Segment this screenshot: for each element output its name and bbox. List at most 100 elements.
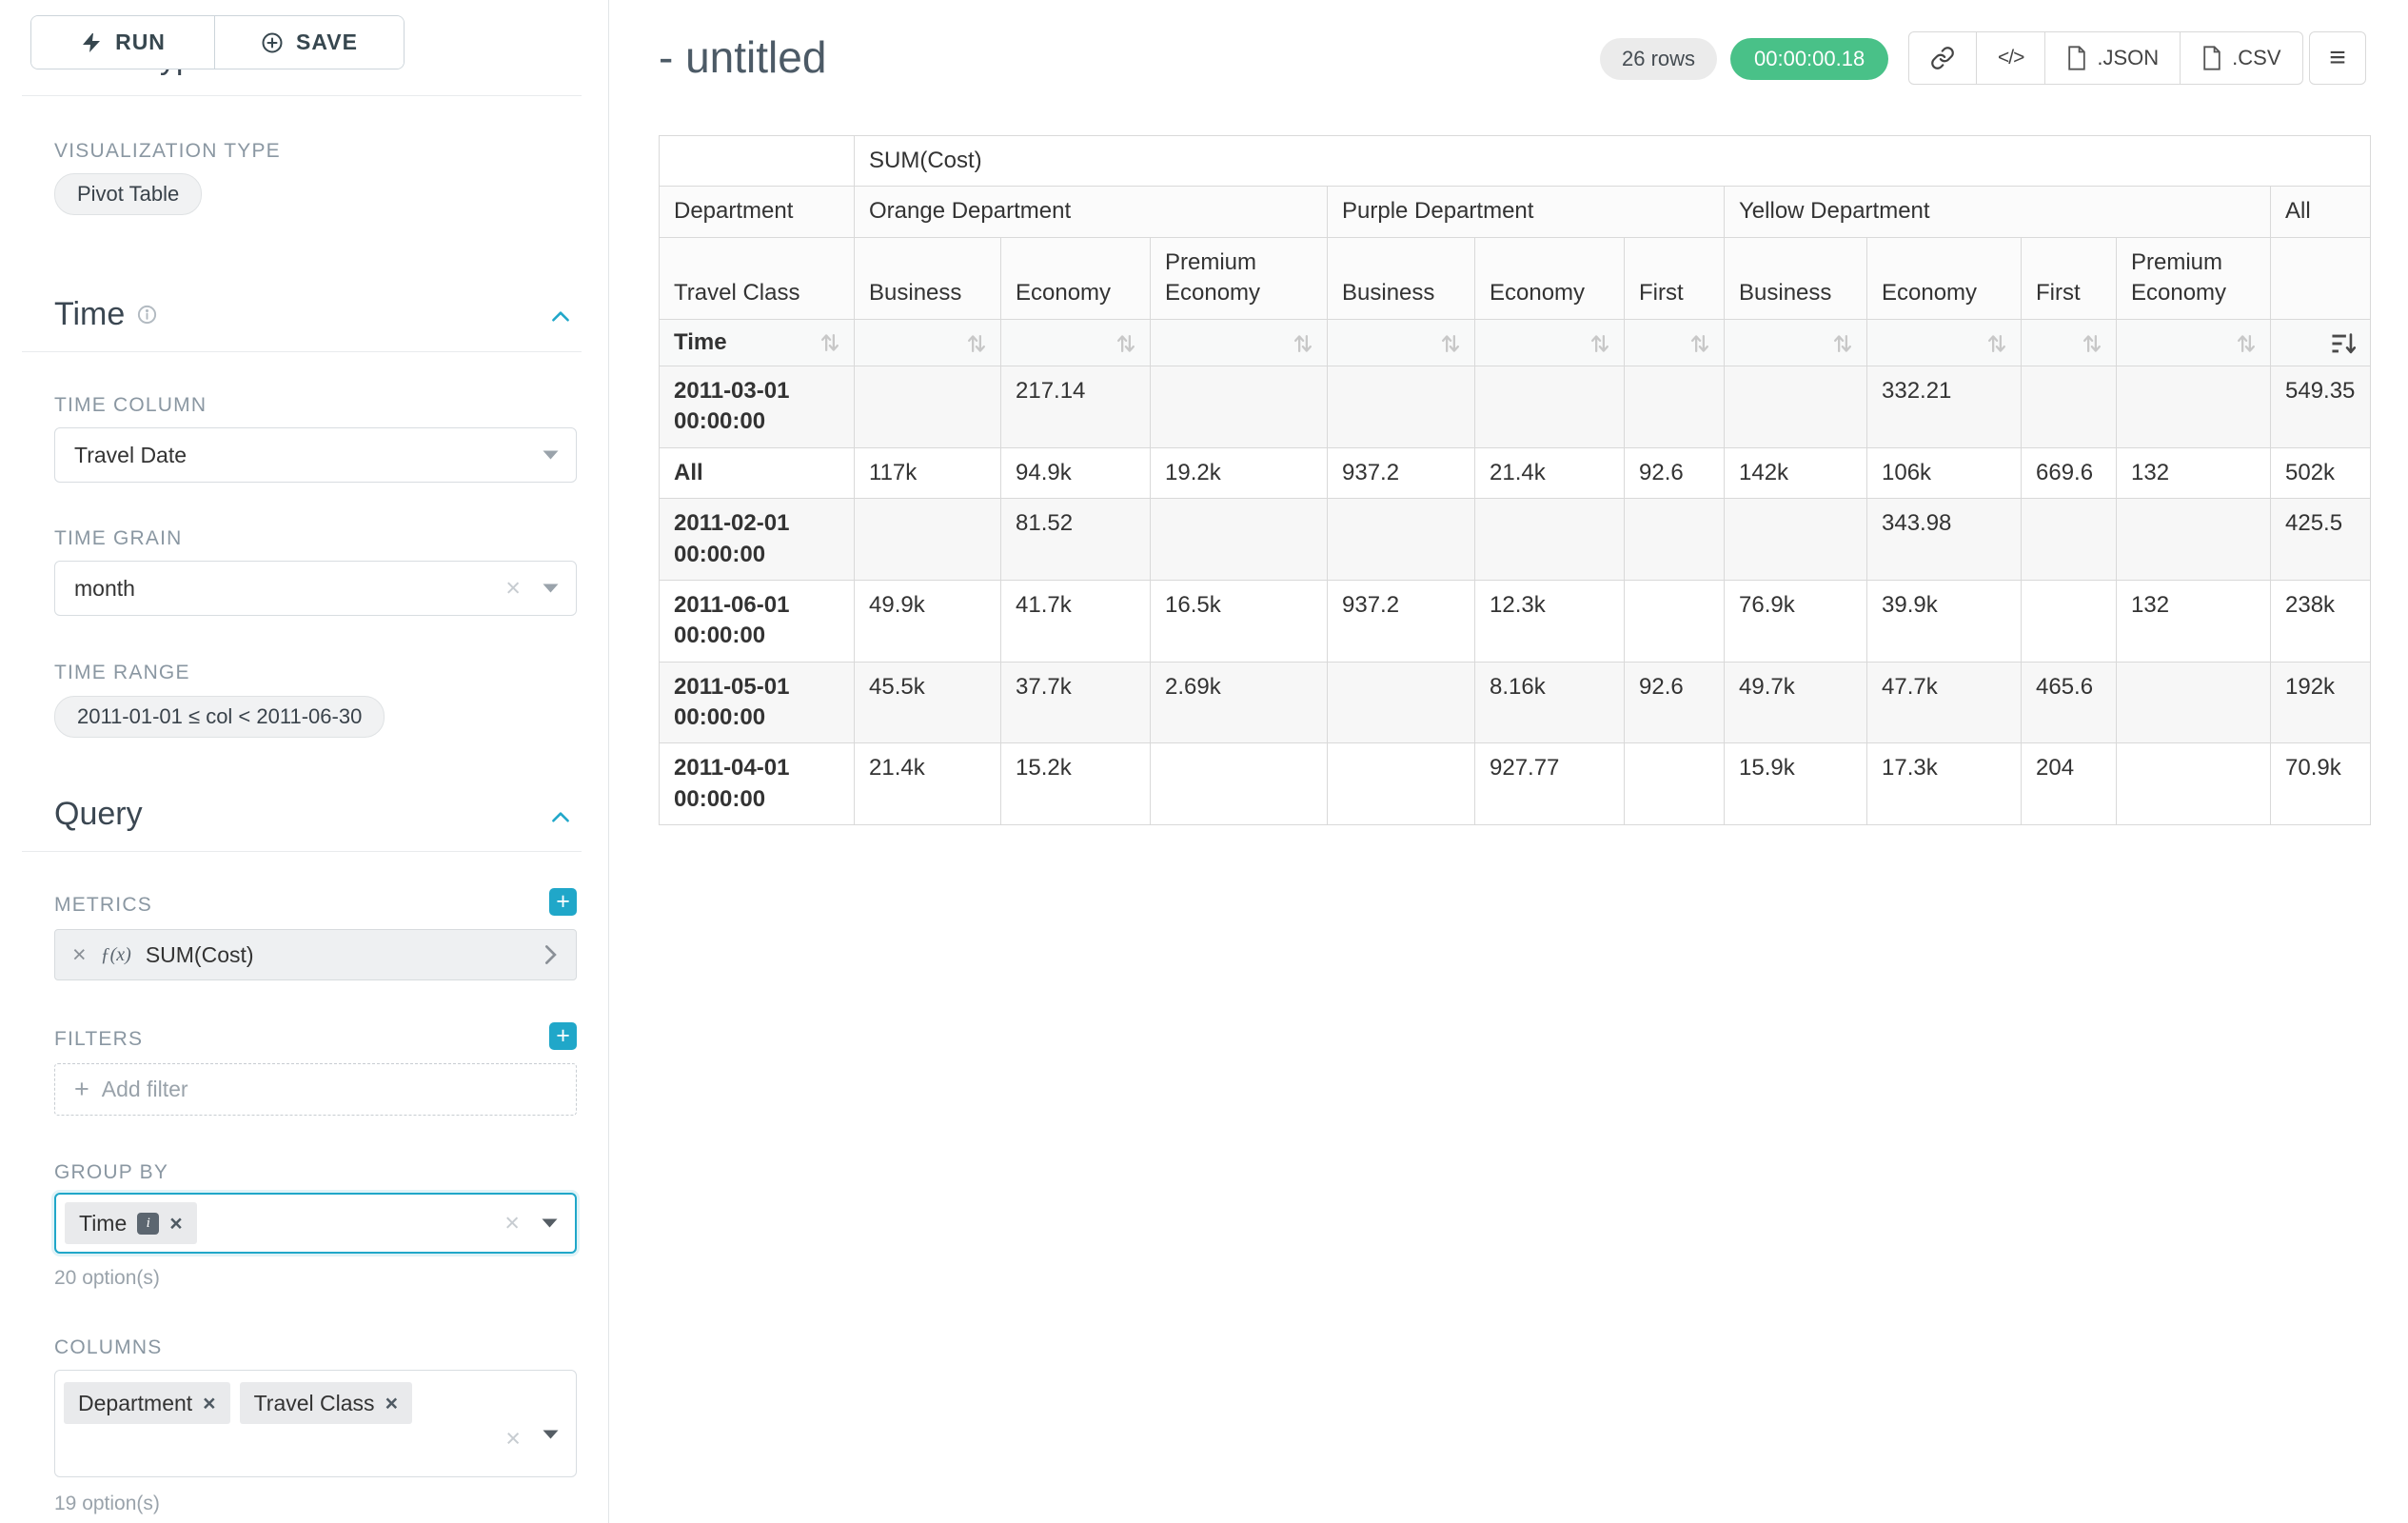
pivot-cell	[1328, 743, 1475, 825]
run-button[interactable]: RUN	[31, 16, 215, 69]
columns-chip-department[interactable]: Department ×	[64, 1382, 230, 1424]
visualization-type-pill[interactable]: Pivot Table	[54, 173, 202, 215]
export-csv-button[interactable]: .CSV	[2180, 32, 2301, 84]
pivot-col-header: First	[2022, 237, 2117, 319]
export-json-button[interactable]: .JSON	[2044, 32, 2180, 84]
pivot-sort-column[interactable]	[1475, 319, 1625, 366]
pivot-cell	[1151, 366, 1328, 447]
row-count-badge: 26 rows	[1600, 38, 1717, 80]
pivot-data-row: 2011-05-01 00:00:0045.5k37.7k2.69k8.16k9…	[660, 662, 2371, 743]
pivot-cell	[1475, 366, 1625, 447]
pivot-cell	[1625, 499, 1725, 581]
sort-icon	[1833, 331, 1852, 356]
add-metric-button[interactable]: +	[549, 888, 577, 916]
pivot-cell	[1625, 366, 1725, 447]
pivot-cell: 16.5k	[1151, 580, 1328, 662]
pivot-sort-column[interactable]	[1625, 319, 1725, 366]
columns-select[interactable]: Department × Travel Class × ×	[54, 1370, 577, 1477]
pivot-row-header: 2011-03-01 00:00:00	[660, 366, 855, 447]
pivot-corner-cell	[660, 136, 855, 187]
pivot-data-row: All117k94.9k19.2k937.221.4k92.6142k106k6…	[660, 447, 2371, 498]
divider	[22, 351, 582, 352]
pivot-cell: 132	[2117, 580, 2271, 662]
pivot-cell: 45.5k	[855, 662, 1001, 743]
save-button[interactable]: SAVE	[215, 16, 404, 69]
time-section-collapse-chevron-icon[interactable]	[548, 305, 573, 334]
pivot-sort-column[interactable]	[1151, 319, 1328, 366]
pivot-sort-column[interactable]	[2117, 319, 2271, 366]
pivot-colgroup-header: Orange Department	[855, 187, 1328, 237]
pivot-cell	[1725, 366, 1867, 447]
file-icon	[2066, 46, 2087, 70]
metric-name: SUM(Cost)	[146, 942, 527, 968]
time-grain-select[interactable]: month ×	[54, 561, 577, 616]
pivot-cell	[1725, 499, 1867, 581]
sort-icon	[1116, 331, 1135, 356]
time-column-label: TIME COLUMN	[54, 394, 207, 417]
pivot-col-header: Premium Economy	[1151, 237, 1328, 319]
pivot-sort-column[interactable]	[855, 319, 1001, 366]
pivot-cell	[855, 366, 1001, 447]
time-grain-value: month	[55, 576, 135, 602]
export-csv-label: .CSV	[2232, 46, 2280, 70]
time-range-pill[interactable]: 2011-01-01 ≤ col < 2011-06-30	[54, 696, 385, 738]
metric-chip[interactable]: × ƒ(x) SUM(Cost)	[54, 929, 577, 980]
pivot-cell: 502k	[2271, 447, 2371, 498]
query-section-heading: Query	[54, 798, 143, 830]
remove-metric-icon[interactable]: ×	[72, 943, 87, 967]
pivot-sort-column[interactable]	[1001, 319, 1151, 366]
pivot-sort-column[interactable]	[2271, 319, 2371, 366]
pivot-data-row: 2011-06-01 00:00:0049.9k41.7k16.5k937.21…	[660, 580, 2371, 662]
pivot-sort-column[interactable]	[2022, 319, 2117, 366]
pivot-cell: 549.35	[2271, 366, 2371, 447]
group-by-select[interactable]: Time i × ×	[54, 1193, 577, 1254]
save-button-label: SAVE	[296, 30, 358, 55]
caret-down-icon	[543, 583, 559, 593]
remove-chip-icon[interactable]: ×	[203, 1393, 215, 1414]
pivot-cell	[1151, 499, 1328, 581]
add-filter-plus-button[interactable]: +	[549, 1022, 577, 1050]
group-by-chip-time[interactable]: Time i ×	[65, 1202, 197, 1244]
pivot-col-header: Business	[1725, 237, 1867, 319]
remove-chip-icon[interactable]: ×	[169, 1213, 182, 1235]
pivot-sort-column[interactable]	[1328, 319, 1475, 366]
run-save-button-group: RUN SAVE	[30, 15, 405, 69]
remove-chip-icon[interactable]: ×	[385, 1393, 398, 1414]
column-info-icon: i	[137, 1213, 159, 1235]
more-options-button[interactable]: ≡	[2309, 31, 2366, 85]
function-icon: ƒ(x)	[101, 944, 131, 966]
query-section-collapse-chevron-icon[interactable]	[548, 805, 573, 835]
add-filter-dropzone[interactable]: + Add filter	[54, 1063, 577, 1116]
link-icon	[1930, 46, 1955, 70]
pivot-metric-header: SUM(Cost)	[855, 136, 2371, 187]
pivot-col-header: Economy	[1001, 237, 1151, 319]
run-button-label: RUN	[115, 30, 166, 55]
pivot-sort-column[interactable]	[1725, 319, 1867, 366]
columns-chip-travel-class[interactable]: Travel Class ×	[240, 1382, 412, 1424]
pivot-row-header: All	[660, 447, 855, 498]
pivot-cell: 15.9k	[1725, 743, 1867, 825]
clear-icon[interactable]: ×	[504, 1211, 520, 1236]
pivot-sort-column[interactable]	[1867, 319, 2022, 366]
pivot-cell: 238k	[2271, 580, 2371, 662]
pivot-cell: 19.2k	[1151, 447, 1328, 498]
clear-icon[interactable]: ×	[505, 576, 521, 602]
header-actions-group: </> .JSON .CSV	[1908, 31, 2303, 85]
sort-desc-icon	[2331, 331, 2356, 356]
pivot-cell: 465.6	[2022, 662, 2117, 743]
pivot-cell	[2022, 499, 2117, 581]
pivot-cell: 204	[2022, 743, 2117, 825]
chip-label: Travel Class	[254, 1391, 375, 1416]
pivot-colgroup-header: Purple Department	[1328, 187, 1725, 237]
info-icon	[136, 304, 158, 326]
sort-icon	[1987, 331, 2006, 356]
clear-icon[interactable]: ×	[505, 1426, 521, 1452]
sort-icon	[820, 330, 839, 355]
pivot-cell: 21.4k	[855, 743, 1001, 825]
time-section-title: Time	[54, 298, 125, 330]
view-query-button[interactable]: </>	[1976, 32, 2044, 84]
time-column-select[interactable]: Travel Date	[54, 427, 577, 483]
share-link-button[interactable]	[1909, 32, 1976, 84]
pivot-sort-row-dim[interactable]: Time	[660, 319, 855, 366]
pivot-cell	[1475, 499, 1625, 581]
